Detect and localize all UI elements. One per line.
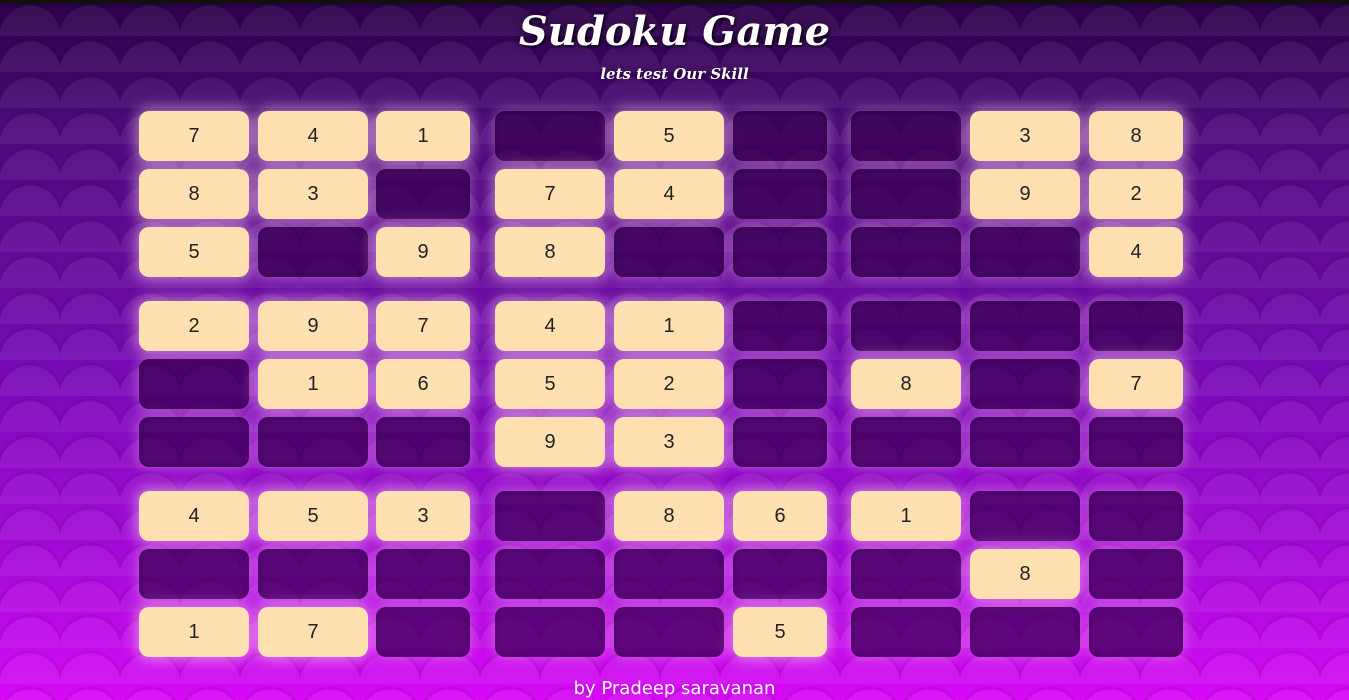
sudoku-cell-r5-c5: 2 <box>614 359 724 409</box>
sudoku-cell-r3-c9: 4 <box>1089 227 1183 277</box>
sudoku-cell-r7-c3: 3 <box>376 491 470 541</box>
sudoku-cell-r6-c1[interactable] <box>139 417 249 467</box>
sudoku-cell-r6-c9[interactable] <box>1089 417 1183 467</box>
sudoku-cell-r9-c9[interactable] <box>1089 607 1183 657</box>
sudoku-cell-r1-c8: 3 <box>970 111 1080 161</box>
sudoku-cell-r6-c6[interactable] <box>733 417 827 467</box>
sudoku-cell-r1-c4[interactable] <box>495 111 605 161</box>
sudoku-cell-r3-c4: 8 <box>495 227 605 277</box>
sudoku-cell-r8-c9[interactable] <box>1089 549 1183 599</box>
sudoku-cell-r7-c5: 8 <box>614 491 724 541</box>
sudoku-cell-r4-c7[interactable] <box>851 301 961 351</box>
sudoku-cell-r2-c9: 2 <box>1089 169 1183 219</box>
sudoku-cell-r3-c2[interactable] <box>258 227 368 277</box>
sudoku-cell-r3-c1: 5 <box>139 227 249 277</box>
sudoku-cell-r1-c6[interactable] <box>733 111 827 161</box>
sudoku-cell-r8-c4[interactable] <box>495 549 605 599</box>
sudoku-cell-r6-c5: 3 <box>614 417 724 467</box>
sudoku-cell-r5-c1[interactable] <box>139 359 249 409</box>
sudoku-cell-r7-c1: 4 <box>139 491 249 541</box>
sudoku-cell-r5-c3: 6 <box>376 359 470 409</box>
sudoku-cell-r9-c5[interactable] <box>614 607 724 657</box>
sudoku-cell-r3-c8[interactable] <box>970 227 1080 277</box>
sudoku-cell-r8-c6[interactable] <box>733 549 827 599</box>
sudoku-cell-r6-c8[interactable] <box>970 417 1080 467</box>
sudoku-cell-r2-c4: 7 <box>495 169 605 219</box>
sudoku-cell-r2-c7[interactable] <box>851 169 961 219</box>
sudoku-cell-r9-c8[interactable] <box>970 607 1080 657</box>
sudoku-cell-r8-c3[interactable] <box>376 549 470 599</box>
sudoku-cell-r4-c8[interactable] <box>970 301 1080 351</box>
sudoku-cell-r7-c7: 1 <box>851 491 961 541</box>
sudoku-cell-r6-c7[interactable] <box>851 417 961 467</box>
sudoku-cell-r2-c6[interactable] <box>733 169 827 219</box>
sudoku-cell-r1-c3: 1 <box>376 111 470 161</box>
sudoku-cell-r1-c5: 5 <box>614 111 724 161</box>
sudoku-cell-r4-c4: 4 <box>495 301 605 351</box>
sudoku-cell-r4-c6[interactable] <box>733 301 827 351</box>
sudoku-cell-r8-c8: 8 <box>970 549 1080 599</box>
sudoku-cell-r5-c9: 7 <box>1089 359 1183 409</box>
author-credit: by Pradeep saravanan <box>573 678 776 699</box>
sudoku-cell-r6-c3[interactable] <box>376 417 470 467</box>
sudoku-cell-r7-c8[interactable] <box>970 491 1080 541</box>
sudoku-cell-r4-c5: 1 <box>614 301 724 351</box>
sudoku-cell-r7-c2: 5 <box>258 491 368 541</box>
sudoku-cell-r7-c4[interactable] <box>495 491 605 541</box>
sudoku-cell-r6-c2[interactable] <box>258 417 368 467</box>
sudoku-cell-r2-c3[interactable] <box>376 169 470 219</box>
sudoku-cell-r4-c1: 2 <box>139 301 249 351</box>
sudoku-cell-r3-c5[interactable] <box>614 227 724 277</box>
sudoku-cell-r8-c2[interactable] <box>258 549 368 599</box>
sudoku-cell-r2-c2: 3 <box>258 169 368 219</box>
sudoku-cell-r9-c1: 1 <box>139 607 249 657</box>
sudoku-cell-r8-c5[interactable] <box>614 549 724 599</box>
sudoku-cell-r7-c9[interactable] <box>1089 491 1183 541</box>
sudoku-cell-r2-c5: 4 <box>614 169 724 219</box>
sudoku-cell-r1-c2: 4 <box>258 111 368 161</box>
sudoku-cell-r5-c4: 5 <box>495 359 605 409</box>
sudoku-cell-r2-c1: 8 <box>139 169 249 219</box>
sudoku-cell-r5-c8[interactable] <box>970 359 1080 409</box>
sudoku-cell-r9-c3[interactable] <box>376 607 470 657</box>
sudoku-cell-r2-c8: 9 <box>970 169 1080 219</box>
sudoku-cell-r3-c3: 9 <box>376 227 470 277</box>
sudoku-cell-r5-c6[interactable] <box>733 359 827 409</box>
sudoku-cell-r5-c2: 1 <box>258 359 368 409</box>
sudoku-cell-r4-c3: 7 <box>376 301 470 351</box>
sudoku-cell-r8-c7[interactable] <box>851 549 961 599</box>
sudoku-cell-r7-c6: 6 <box>733 491 827 541</box>
sudoku-cell-r9-c4[interactable] <box>495 607 605 657</box>
sudoku-cell-r9-c7[interactable] <box>851 607 961 657</box>
sudoku-cell-r1-c1: 7 <box>139 111 249 161</box>
sudoku-board: 741538837492598429741165287934538618175 <box>0 0 1349 700</box>
sudoku-cell-r9-c2: 7 <box>258 607 368 657</box>
sudoku-cell-r3-c7[interactable] <box>851 227 961 277</box>
sudoku-cell-r6-c4: 9 <box>495 417 605 467</box>
sudoku-cell-r4-c2: 9 <box>258 301 368 351</box>
sudoku-cell-r9-c6: 5 <box>733 607 827 657</box>
sudoku-cell-r1-c7[interactable] <box>851 111 961 161</box>
sudoku-cell-r3-c6[interactable] <box>733 227 827 277</box>
sudoku-cell-r5-c7: 8 <box>851 359 961 409</box>
sudoku-cell-r1-c9: 8 <box>1089 111 1183 161</box>
sudoku-cell-r4-c9[interactable] <box>1089 301 1183 351</box>
sudoku-cell-r8-c1[interactable] <box>139 549 249 599</box>
